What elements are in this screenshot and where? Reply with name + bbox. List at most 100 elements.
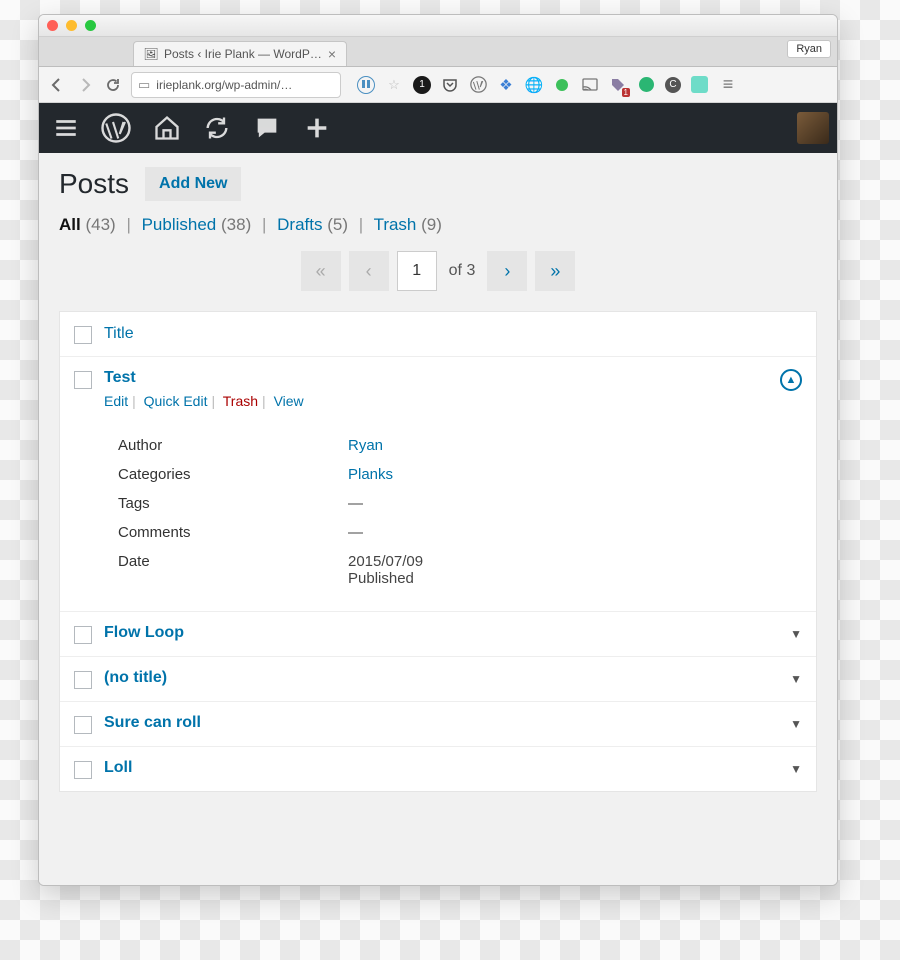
user-avatar[interactable]: [797, 112, 829, 144]
pagination: « ‹ 1 of 3 › »: [59, 251, 817, 291]
page-info-icon[interactable]: ▭: [138, 77, 150, 93]
reload-button[interactable]: [103, 75, 123, 95]
wordpress-logo-icon[interactable]: [101, 113, 131, 143]
action-quickedit[interactable]: Quick Edit: [144, 393, 208, 409]
meta-tags-value: —: [348, 495, 363, 512]
browser-user-chip[interactable]: Ryan: [787, 40, 831, 58]
pager-first-button[interactable]: «: [301, 251, 341, 291]
globe-ext-icon[interactable]: 🌐: [525, 76, 543, 94]
window-controls: [47, 20, 96, 31]
action-trash[interactable]: Trash: [223, 393, 258, 409]
list-header-row: Title: [60, 312, 816, 356]
shield-ext-icon[interactable]: ❖: [497, 76, 515, 94]
wp-admin-bar: [39, 103, 837, 153]
circle-ext-icon[interactable]: [637, 76, 655, 94]
meta-author-label: Author: [118, 437, 348, 454]
collapse-toggle-icon[interactable]: ▲: [780, 369, 802, 391]
row-checkbox[interactable]: [74, 371, 92, 389]
action-edit[interactable]: Edit: [104, 393, 128, 409]
pager-of-text: of 3: [445, 251, 480, 291]
minimize-window-icon[interactable]: [66, 20, 77, 31]
meta-date-label: Date: [118, 553, 348, 587]
tab-title: Posts ‹ Irie Plank — WordP…: [164, 47, 322, 61]
cast-ext-icon[interactable]: [581, 76, 599, 94]
zoom-window-icon[interactable]: [85, 20, 96, 31]
browser-tab[interactable]: 🖼 Posts ‹ Irie Plank — WordP… ×: [133, 41, 347, 66]
meta-tags-label: Tags: [118, 495, 348, 512]
meta-categories-value[interactable]: Planks: [348, 466, 393, 483]
post-title-link[interactable]: Flow Loop: [104, 624, 184, 642]
select-all-checkbox[interactable]: [74, 326, 92, 344]
expand-toggle-icon[interactable]: ▼: [790, 717, 802, 731]
meta-comments-value: —: [348, 524, 363, 541]
forward-button[interactable]: [75, 75, 95, 95]
pager-next-button[interactable]: ›: [487, 251, 527, 291]
hamburger-menu-icon[interactable]: [53, 115, 79, 141]
row-checkbox[interactable]: [74, 671, 92, 689]
meta-categories-label: Categories: [118, 466, 348, 483]
post-meta-panel: AuthorRyan CategoriesPlanks Tags— Commen…: [74, 421, 802, 599]
pager-last-button[interactable]: »: [535, 251, 575, 291]
expand-toggle-icon[interactable]: ▼: [790, 672, 802, 686]
meta-comments-label: Comments: [118, 524, 348, 541]
bookmark-star-icon[interactable]: ☆: [385, 76, 403, 94]
add-new-button[interactable]: Add New: [145, 167, 241, 201]
post-row-test: Test Edit| Quick Edit| Trash| View ▲ Aut…: [60, 356, 816, 611]
tag-ext-icon[interactable]: 1: [609, 76, 627, 94]
post-row: (no title) ▼: [60, 656, 816, 701]
home-icon[interactable]: [153, 114, 181, 142]
wordpress-ext-icon[interactable]: [357, 76, 375, 94]
filter-all[interactable]: All: [59, 215, 81, 234]
pocket-ext-icon[interactable]: [441, 76, 459, 94]
wave-ext-icon[interactable]: [691, 76, 708, 93]
close-window-icon[interactable]: [47, 20, 58, 31]
refresh-updates-icon[interactable]: [203, 114, 231, 142]
row-checkbox[interactable]: [74, 761, 92, 779]
filter-all-count: (43): [85, 215, 115, 234]
filter-drafts-count: (5): [327, 215, 348, 234]
expand-toggle-icon[interactable]: ▼: [790, 762, 802, 776]
meta-author-value[interactable]: Ryan: [348, 437, 383, 454]
row-checkbox[interactable]: [74, 626, 92, 644]
add-new-icon[interactable]: [303, 114, 331, 142]
post-title-link[interactable]: Sure can roll: [104, 714, 201, 732]
row-actions: Edit| Quick Edit| Trash| View: [104, 393, 768, 409]
back-button[interactable]: [47, 75, 67, 95]
post-row: Loll ▼: [60, 746, 816, 791]
post-title-link[interactable]: (no title): [104, 669, 167, 687]
action-view[interactable]: View: [274, 393, 304, 409]
column-title-header[interactable]: Title: [104, 325, 134, 343]
post-title-link[interactable]: Test: [104, 369, 136, 386]
onepassword-ext-icon[interactable]: 1: [413, 76, 431, 94]
tab-favicon-icon: 🖼: [144, 47, 158, 61]
moon-ext-icon[interactable]: C: [665, 77, 681, 93]
wp-content-area: Posts Add New All (43) | Published (38) …: [39, 153, 837, 885]
post-row: Flow Loop ▼: [60, 611, 816, 656]
address-bar[interactable]: ▭ irieplank.org/wp-admin/…: [131, 72, 341, 98]
post-status-filters: All (43) | Published (38) | Drafts (5) |…: [59, 215, 817, 235]
green-dot-ext-icon[interactable]: [553, 76, 571, 94]
browser-toolbar: ▭ irieplank.org/wp-admin/… ☆ 1 ❖ 🌐 1: [39, 67, 837, 103]
post-row: Sure can roll ▼: [60, 701, 816, 746]
posts-list: Title Test Edit| Quick Edit| Trash| View…: [59, 311, 817, 792]
window-titlebar: [39, 15, 837, 37]
filter-trash[interactable]: Trash: [374, 215, 417, 234]
browser-menu-icon[interactable]: ≡: [718, 75, 738, 95]
pager-page-input[interactable]: 1: [397, 251, 437, 291]
tab-close-icon[interactable]: ×: [328, 46, 336, 62]
page-title: Posts: [59, 168, 129, 200]
pager-prev-button[interactable]: ‹: [349, 251, 389, 291]
wordpress-grey-ext-icon[interactable]: [469, 76, 487, 94]
page-header: Posts Add New: [59, 167, 817, 201]
post-title-link[interactable]: Loll: [104, 759, 132, 777]
filter-trash-count: (9): [421, 215, 442, 234]
expand-toggle-icon[interactable]: ▼: [790, 627, 802, 641]
row-checkbox[interactable]: [74, 716, 92, 734]
extension-icons: ☆ 1 ❖ 🌐 1 C ≡: [357, 75, 738, 95]
filter-published[interactable]: Published: [142, 215, 217, 234]
meta-date-value: 2015/07/09Published: [348, 553, 423, 587]
comment-bubble-icon[interactable]: [253, 114, 281, 142]
browser-tabstrip: 🖼 Posts ‹ Irie Plank — WordP… × Ryan: [39, 37, 837, 67]
filter-drafts[interactable]: Drafts: [277, 215, 322, 234]
post-row-body: Test Edit| Quick Edit| Trash| View: [104, 369, 768, 409]
